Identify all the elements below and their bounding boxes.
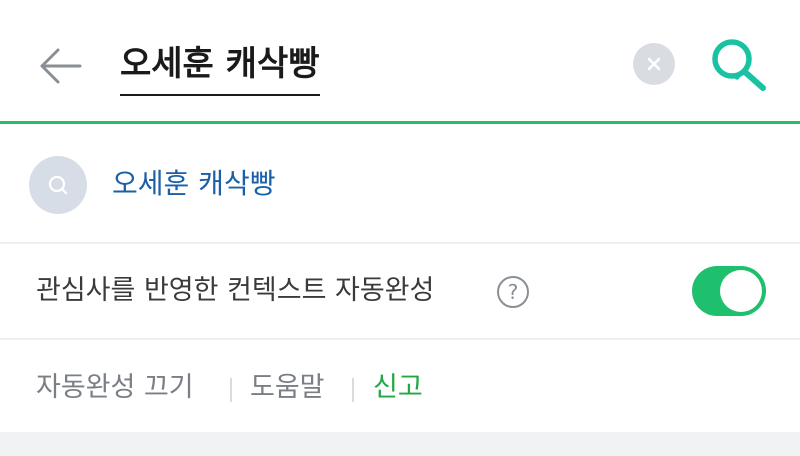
toggle-knob	[720, 270, 762, 312]
context-autocomplete-toggle[interactable]	[692, 266, 766, 316]
arrow-left-icon	[40, 48, 82, 84]
context-autocomplete-label: 관심사를 반영한 컨텍스트 자동완성	[36, 275, 435, 306]
help-link[interactable]: 도움말	[250, 368, 325, 408]
suggestion-label: 오세훈 캐삭빵	[112, 167, 276, 200]
background-area	[0, 432, 800, 456]
close-icon	[647, 57, 661, 71]
search-input[interactable]: 오세훈 캐삭빵	[120, 38, 320, 96]
footer-links: 자동완성 끄기 도움말 신고	[0, 340, 800, 432]
suggestion-item[interactable]: 오세훈 캐삭빵	[0, 124, 800, 242]
search-icon	[48, 175, 68, 195]
search-bar: 오세훈 캐삭빵	[0, 0, 800, 124]
help-icon[interactable]: ?	[497, 276, 529, 308]
context-autocomplete-row: 관심사를 반영한 컨텍스트 자동완성 ?	[0, 244, 800, 338]
clear-button[interactable]	[633, 43, 675, 85]
suggestion-icon-circle	[29, 156, 87, 214]
separator	[230, 378, 232, 402]
turn-off-autocomplete-link[interactable]: 자동완성 끄기	[36, 368, 194, 408]
search-button[interactable]	[708, 36, 768, 92]
back-button[interactable]	[36, 44, 84, 88]
search-icon	[712, 39, 766, 91]
report-link[interactable]: 신고	[373, 368, 423, 408]
separator	[352, 378, 354, 402]
